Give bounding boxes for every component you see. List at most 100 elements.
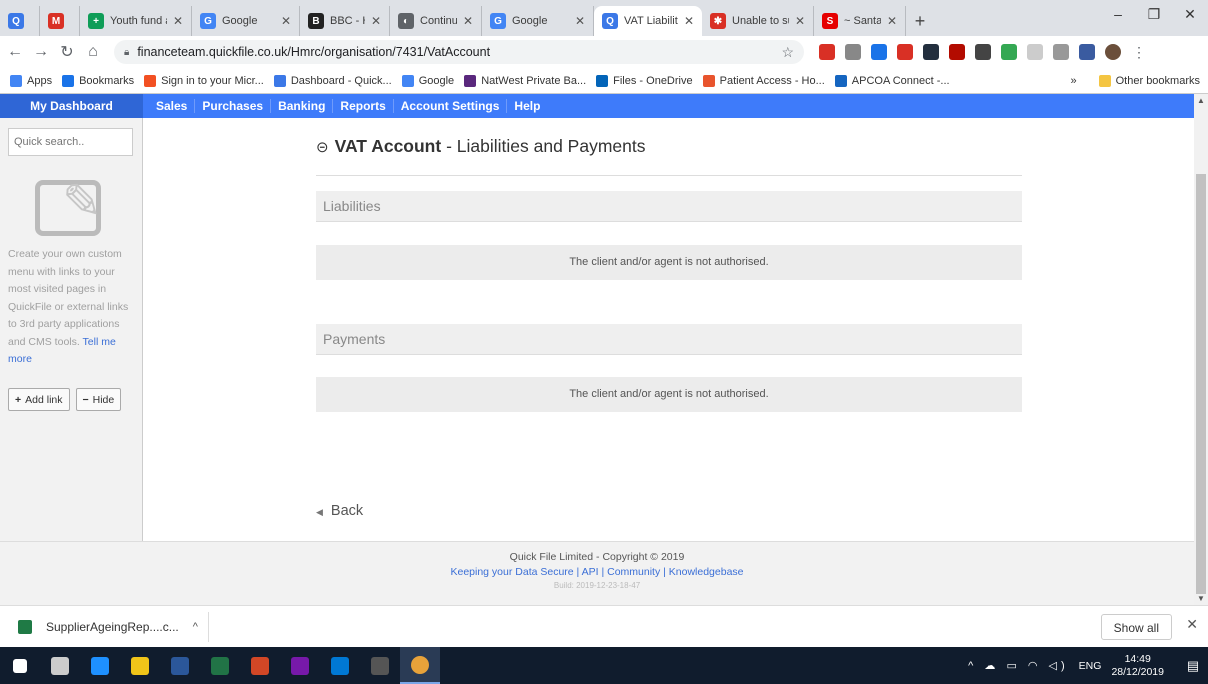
menu-dots-icon[interactable]: ⋮: [1131, 44, 1147, 60]
tab-close-icon[interactable]: ✕: [684, 14, 694, 28]
extension-icon[interactable]: [845, 44, 861, 60]
excel-icon[interactable]: [200, 647, 240, 684]
excel-icon-glyph: [211, 656, 229, 675]
scroll-down-icon[interactable]: ▼: [1194, 594, 1208, 603]
tab-favicon-icon: ◐: [398, 13, 414, 29]
close-download-bar-icon[interactable]: ✕: [1186, 616, 1198, 633]
tab-title: Google: [222, 15, 258, 27]
scroll-thumb[interactable]: [1196, 174, 1206, 594]
home-icon[interactable]: ⌂: [82, 43, 104, 61]
other-bookmarks[interactable]: Other bookmarks: [1098, 74, 1200, 87]
nav-item-reports[interactable]: Reports: [333, 99, 394, 113]
back-nav-icon[interactable]: ←: [4, 43, 26, 61]
chevron-up-icon[interactable]: ^: [193, 621, 198, 633]
tray-icons[interactable]: ^ ☁ ▭ ◠ ◁): [968, 659, 1069, 672]
browser-tab[interactable]: G Google ✕: [192, 6, 300, 36]
bookmark-item[interactable]: Patient Access - Ho...: [702, 74, 825, 87]
browser-tab[interactable]: Q: [0, 6, 40, 36]
tab-close-icon[interactable]: ✕: [463, 14, 473, 28]
clock[interactable]: 14:49 28/12/2019: [1111, 653, 1164, 679]
browser-tab[interactable]: S ~ Santander ✕: [814, 6, 906, 36]
nav-item-help[interactable]: Help: [507, 99, 547, 113]
b-extension-icon[interactable]: [1079, 44, 1095, 60]
collapse-circle-icon[interactable]: ⊝: [316, 139, 329, 156]
download-item[interactable]: SupplierAgeingRep....c... ^: [0, 611, 209, 642]
nav-item-purchases[interactable]: Purchases: [195, 99, 272, 113]
pdf-icon[interactable]: [949, 44, 965, 60]
tab-favicon-icon: Q: [602, 13, 618, 29]
nav-item-sales[interactable]: Sales: [149, 99, 196, 113]
browser-tab[interactable]: Q VAT Liabilitie ✕: [594, 6, 702, 36]
pocket-icon[interactable]: [819, 44, 835, 60]
tab-close-icon[interactable]: ✕: [173, 14, 183, 28]
minimize-button[interactable]: –: [1100, 0, 1136, 28]
language-indicator[interactable]: ENG: [1079, 660, 1102, 672]
calculator-icon[interactable]: [360, 647, 400, 684]
address-bar[interactable]: 🔒︎ financeteam.quickfile.co.uk/Hmrc/orga…: [114, 40, 804, 64]
bookmark-label: APCOA Connect -...: [851, 74, 950, 87]
nav-my-dashboard[interactable]: My Dashboard: [0, 94, 143, 118]
title-bold: VAT Account: [334, 136, 442, 156]
hide-label: Hide: [92, 393, 115, 406]
tab-close-icon[interactable]: ✕: [281, 14, 291, 28]
record-icon[interactable]: [975, 44, 991, 60]
amazon-icon[interactable]: [923, 44, 939, 60]
bookmarks-overflow-icon[interactable]: »: [1071, 75, 1077, 87]
tab-close-icon[interactable]: ✕: [371, 14, 381, 28]
chrome-icon[interactable]: [400, 647, 440, 684]
bookmark-favicon-icon: [834, 74, 847, 87]
checklist-icon[interactable]: [871, 44, 887, 60]
show-all-button[interactable]: Show all: [1100, 614, 1172, 640]
browser-tab[interactable]: ✱ Unable to su ✕: [702, 6, 814, 36]
back-link[interactable]: ◀ Back: [316, 503, 363, 519]
outlook-icon[interactable]: [320, 647, 360, 684]
bookmark-item[interactable]: NatWest Private Ba...: [464, 74, 586, 87]
windows-start-icon[interactable]: [0, 647, 40, 684]
forward-nav-icon[interactable]: →: [30, 43, 52, 61]
todoist-icon[interactable]: [897, 44, 913, 60]
windows-start-icon-glyph: [13, 658, 27, 673]
bookmark-item[interactable]: Google: [401, 74, 454, 87]
liabilities-message: The client and/or agent is not authorise…: [316, 245, 1022, 280]
bookmark-item[interactable]: Apps: [10, 74, 52, 87]
tab-close-icon[interactable]: ✕: [887, 14, 897, 28]
close-window-button[interactable]: ✕: [1172, 0, 1208, 28]
page-scrollbar[interactable]: ▲ ▼: [1194, 94, 1208, 605]
scroll-up-icon[interactable]: ▲: [1194, 96, 1208, 105]
browser-tab[interactable]: M: [40, 6, 80, 36]
bookmark-star-icon[interactable]: ☆: [781, 44, 794, 61]
screenshot-icon[interactable]: [1027, 44, 1043, 60]
github-icon[interactable]: [1053, 44, 1069, 60]
task-view-icon[interactable]: [40, 647, 80, 684]
check-icon[interactable]: [1001, 44, 1017, 60]
onenote-icon[interactable]: [280, 647, 320, 684]
footer-links[interactable]: Keeping your Data Secure | API | Communi…: [0, 566, 1194, 578]
profile-avatar-icon[interactable]: [1105, 44, 1121, 60]
quick-search-input[interactable]: [8, 128, 133, 156]
bookmark-label: Files - OneDrive: [613, 74, 693, 87]
reload-icon[interactable]: ↻: [56, 42, 78, 62]
nav-item-account-settings[interactable]: Account Settings: [394, 99, 508, 113]
bookmark-item[interactable]: Files - OneDrive: [596, 74, 693, 87]
file-explorer-icon[interactable]: [120, 647, 160, 684]
browser-tab[interactable]: B BBC - Home ✕: [300, 6, 390, 36]
maximize-button[interactable]: ❐: [1136, 0, 1172, 28]
notification-icon[interactable]: ▤: [1178, 658, 1208, 674]
hide-button[interactable]: − Hide: [75, 388, 122, 411]
nav-item-banking[interactable]: Banking: [271, 99, 334, 113]
browser-tab[interactable]: G Google ✕: [482, 6, 594, 36]
browser-tab[interactable]: + Youth fund a ✕: [80, 6, 192, 36]
browser-tab[interactable]: ◐ Continue ✕: [390, 6, 482, 36]
tab-close-icon[interactable]: ✕: [575, 14, 585, 28]
bookmark-item[interactable]: APCOA Connect -...: [834, 74, 950, 87]
tab-close-icon[interactable]: ✕: [795, 14, 805, 28]
bookmark-label: Dashboard - Quick...: [290, 74, 392, 87]
bookmark-item[interactable]: Bookmarks: [62, 74, 134, 87]
word-icon[interactable]: [160, 647, 200, 684]
edge-icon[interactable]: [80, 647, 120, 684]
powerpoint-icon[interactable]: [240, 647, 280, 684]
bookmark-item[interactable]: Dashboard - Quick...: [273, 74, 392, 87]
bookmark-item[interactable]: Sign in to your Micr...: [144, 74, 264, 87]
add-link-button[interactable]: + Add link: [8, 388, 70, 411]
new-tab-button[interactable]: +: [906, 6, 934, 36]
